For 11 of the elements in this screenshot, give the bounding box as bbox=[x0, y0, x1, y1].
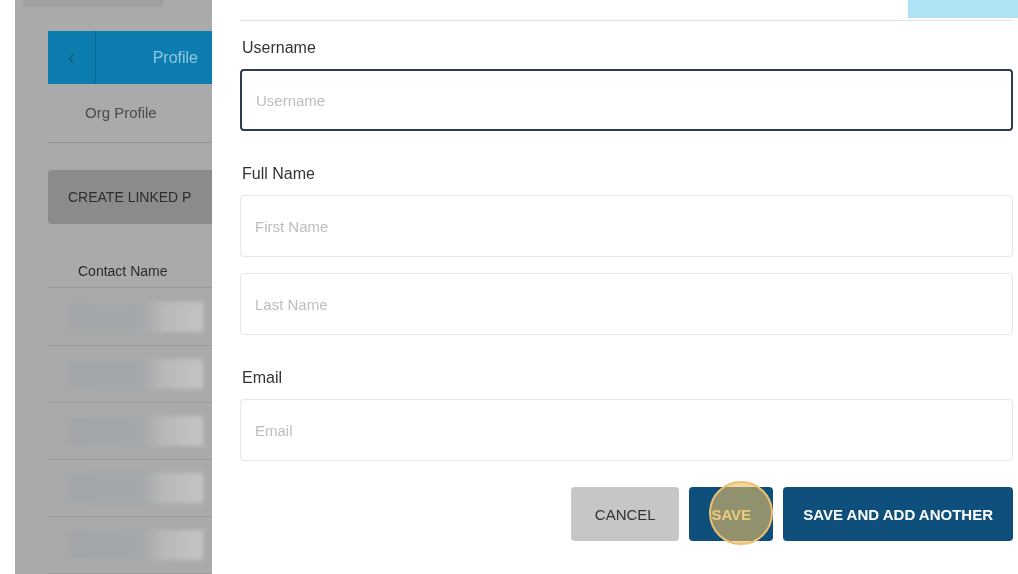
field-label: Username bbox=[242, 39, 317, 57]
cancel-button[interactable]: CANCEL bbox=[571, 487, 680, 541]
save-button[interactable]: SAVE bbox=[689, 487, 774, 541]
create-linked-button[interactable]: CREATE LINKED P bbox=[48, 169, 212, 224]
input-field[interactable]: Username bbox=[240, 69, 1013, 131]
save-button[interactable]: SAVE AND ADD ANOTHER bbox=[783, 487, 1013, 541]
nav-item[interactable]: Org Profile bbox=[48, 83, 212, 143]
field-label: Full Name bbox=[242, 165, 316, 183]
field-label: Email bbox=[242, 369, 283, 387]
header-title: Profile bbox=[151, 48, 199, 67]
column-header: Contact Name bbox=[48, 253, 212, 289]
